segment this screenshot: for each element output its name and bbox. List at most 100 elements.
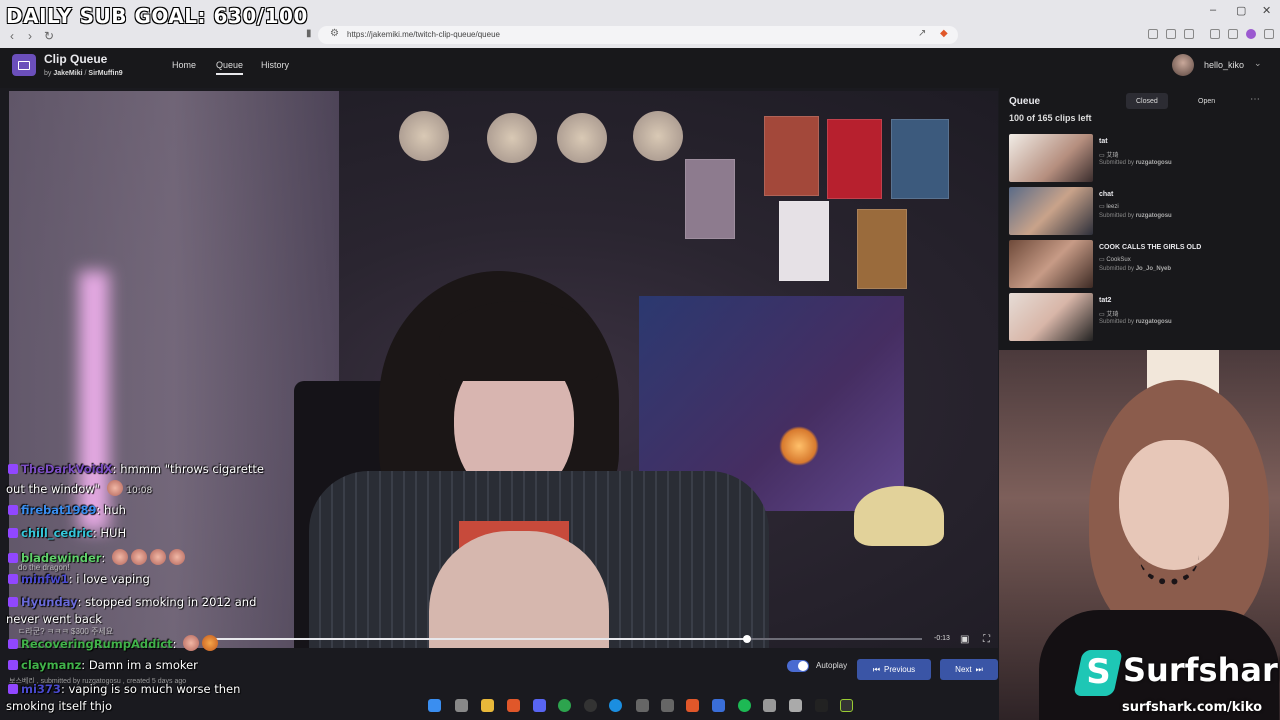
- url-text[interactable]: https://jakemiki.me/twitch-clip-queue/qu…: [347, 30, 500, 39]
- clip-thumbnail[interactable]: [1009, 187, 1093, 235]
- sponsor-brand: Surfshark®: [1123, 651, 1280, 689]
- share-icon[interactable]: ↗: [918, 28, 926, 39]
- obs-icon[interactable]: [584, 699, 597, 712]
- extension-icon[interactable]: [1184, 29, 1194, 39]
- tab-closed[interactable]: Closed: [1126, 93, 1168, 109]
- discord-icon[interactable]: [533, 699, 546, 712]
- submitter-name: ruzgatogosu: [1135, 319, 1172, 325]
- chat-time: 10:08: [126, 486, 153, 496]
- folder-icon[interactable]: [481, 699, 494, 712]
- site-info-icon[interactable]: ⚙: [330, 28, 339, 39]
- extension-icon[interactable]: [1210, 29, 1220, 39]
- twitch-badge-icon: [8, 597, 18, 607]
- chat-username: minfw1: [21, 572, 69, 586]
- submitted-prefix: Submitted by: [1099, 160, 1135, 166]
- profile-icon[interactable]: [1246, 29, 1256, 39]
- minimize-icon[interactable]: –: [1210, 4, 1216, 16]
- terminal-icon[interactable]: [815, 699, 828, 712]
- forward-icon[interactable]: ›: [28, 29, 32, 43]
- video-background: [854, 486, 944, 546]
- app-icon[interactable]: [661, 699, 674, 712]
- previous-icon: ⏮: [872, 664, 881, 674]
- chat-text: hmmm "throws cigarette: [120, 462, 264, 476]
- app-icon[interactable]: [712, 699, 725, 712]
- user-name[interactable]: hello_kiko: [1204, 60, 1244, 70]
- twitch-badge-icon: [8, 464, 18, 474]
- windows-start-icon[interactable]: [428, 699, 441, 712]
- chat-message: mi373: vaping is so much worse then: [8, 682, 240, 696]
- twitch-badge-icon: [8, 684, 18, 694]
- next-button[interactable]: Next ⏭: [940, 659, 998, 680]
- clip-thumbnail[interactable]: [1009, 240, 1093, 288]
- close-icon[interactable]: ✕: [1262, 4, 1271, 17]
- extension-icon[interactable]: [1148, 29, 1158, 39]
- twitch-badge-icon: [8, 660, 18, 670]
- nav-history[interactable]: History: [261, 60, 289, 70]
- chat-text: Damn im a smoker: [88, 658, 198, 672]
- menu-icon[interactable]: [1264, 29, 1274, 39]
- brave-icon[interactable]: [686, 699, 699, 712]
- video-background: [685, 159, 735, 239]
- brave-shield-icon[interactable]: ◆: [940, 28, 948, 39]
- tv-logo-icon[interactable]: [12, 54, 36, 76]
- queue-item[interactable]: tat2 ▭ 艾琦 Submitted by ruzgatogosu: [1009, 293, 1269, 341]
- author-link[interactable]: SirMuffin9: [88, 70, 122, 77]
- back-icon[interactable]: ‹: [10, 29, 14, 43]
- author-link[interactable]: JakeMiki: [53, 70, 82, 77]
- chat-message: minfw1: i love vaping: [8, 572, 150, 586]
- queue-item[interactable]: COOK CALLS THE GIRLS OLD ▭ CookSux Submi…: [1009, 240, 1269, 288]
- chat-message: chill_cedric: HUH: [8, 526, 126, 540]
- twitch-badge-icon: [8, 528, 18, 538]
- chat-text: never went back: [6, 612, 102, 626]
- browser-icon[interactable]: [507, 699, 520, 712]
- chevron-down-icon[interactable]: ⌄: [1254, 58, 1262, 69]
- app-title: Clip Queue: [44, 52, 108, 66]
- app-icon[interactable]: [763, 699, 776, 712]
- previous-button[interactable]: ⏮ Previous: [857, 659, 931, 680]
- chat-text: huh: [104, 503, 126, 517]
- avatar[interactable]: [1172, 54, 1194, 76]
- chat-username: mi373: [21, 682, 61, 696]
- previous-label: Previous: [884, 665, 916, 674]
- nav-home[interactable]: Home: [172, 60, 196, 70]
- app-icon[interactable]: [636, 699, 649, 712]
- chat-username: claymanz: [21, 658, 82, 672]
- video-background: [779, 201, 829, 281]
- emote-icon: [168, 549, 185, 565]
- queue-item[interactable]: tat ▭ 艾琦 Submitted by ruzgatogosu: [1009, 134, 1269, 182]
- spotify-icon[interactable]: [738, 699, 751, 712]
- more-icon[interactable]: ⋯: [1250, 94, 1260, 105]
- queue-item[interactable]: chat ▭ leezi Submitted by ruzgatogosu: [1009, 187, 1269, 235]
- emote-icon: [202, 635, 219, 651]
- nav-queue[interactable]: Queue: [216, 60, 244, 75]
- picture-in-picture-icon[interactable]: ▣: [960, 634, 969, 645]
- seek-handle[interactable]: [742, 635, 751, 643]
- extension-icon[interactable]: [1228, 29, 1238, 39]
- chat-message: RecoveringRumpAddict:: [8, 635, 219, 651]
- autoplay-label: Autoplay: [816, 661, 848, 670]
- queue-count: 100 of 165 clips left: [1009, 113, 1092, 123]
- chrome-icon[interactable]: [558, 699, 571, 712]
- search-icon[interactable]: [455, 699, 468, 712]
- edge-icon[interactable]: [609, 699, 622, 712]
- fullscreen-icon[interactable]: ⛶: [983, 634, 990, 645]
- sub-goal-overlay: DAILY SUB GOAL: 630/100: [6, 4, 308, 28]
- emote-icon: [111, 549, 128, 565]
- clip-thumbnail[interactable]: [1009, 134, 1093, 182]
- sponsor-brand-name: Surfshark: [1123, 651, 1280, 689]
- autoplay-toggle[interactable]: [787, 660, 809, 672]
- clip-submitter: Submitted by ruzgatogosu: [1099, 319, 1172, 325]
- reload-icon[interactable]: ↻: [44, 29, 54, 43]
- maximize-icon[interactable]: ▢: [1236, 4, 1246, 17]
- credits-separator: /: [84, 70, 87, 77]
- extension-icon[interactable]: [1166, 29, 1176, 39]
- clip-submitter: Submitted by ruzgatogosu: [1099, 160, 1172, 166]
- app-icon[interactable]: [789, 699, 802, 712]
- video-background: [557, 113, 607, 163]
- app-icon[interactable]: [840, 699, 853, 712]
- tab-open[interactable]: Open: [1188, 93, 1225, 109]
- clip-thumbnail[interactable]: [1009, 293, 1093, 341]
- chat-message-cont: out the window" 10:08: [6, 480, 152, 496]
- chat-text: stopped smoking in 2012 and: [85, 595, 257, 609]
- bookmark-icon[interactable]: ▮: [306, 28, 312, 39]
